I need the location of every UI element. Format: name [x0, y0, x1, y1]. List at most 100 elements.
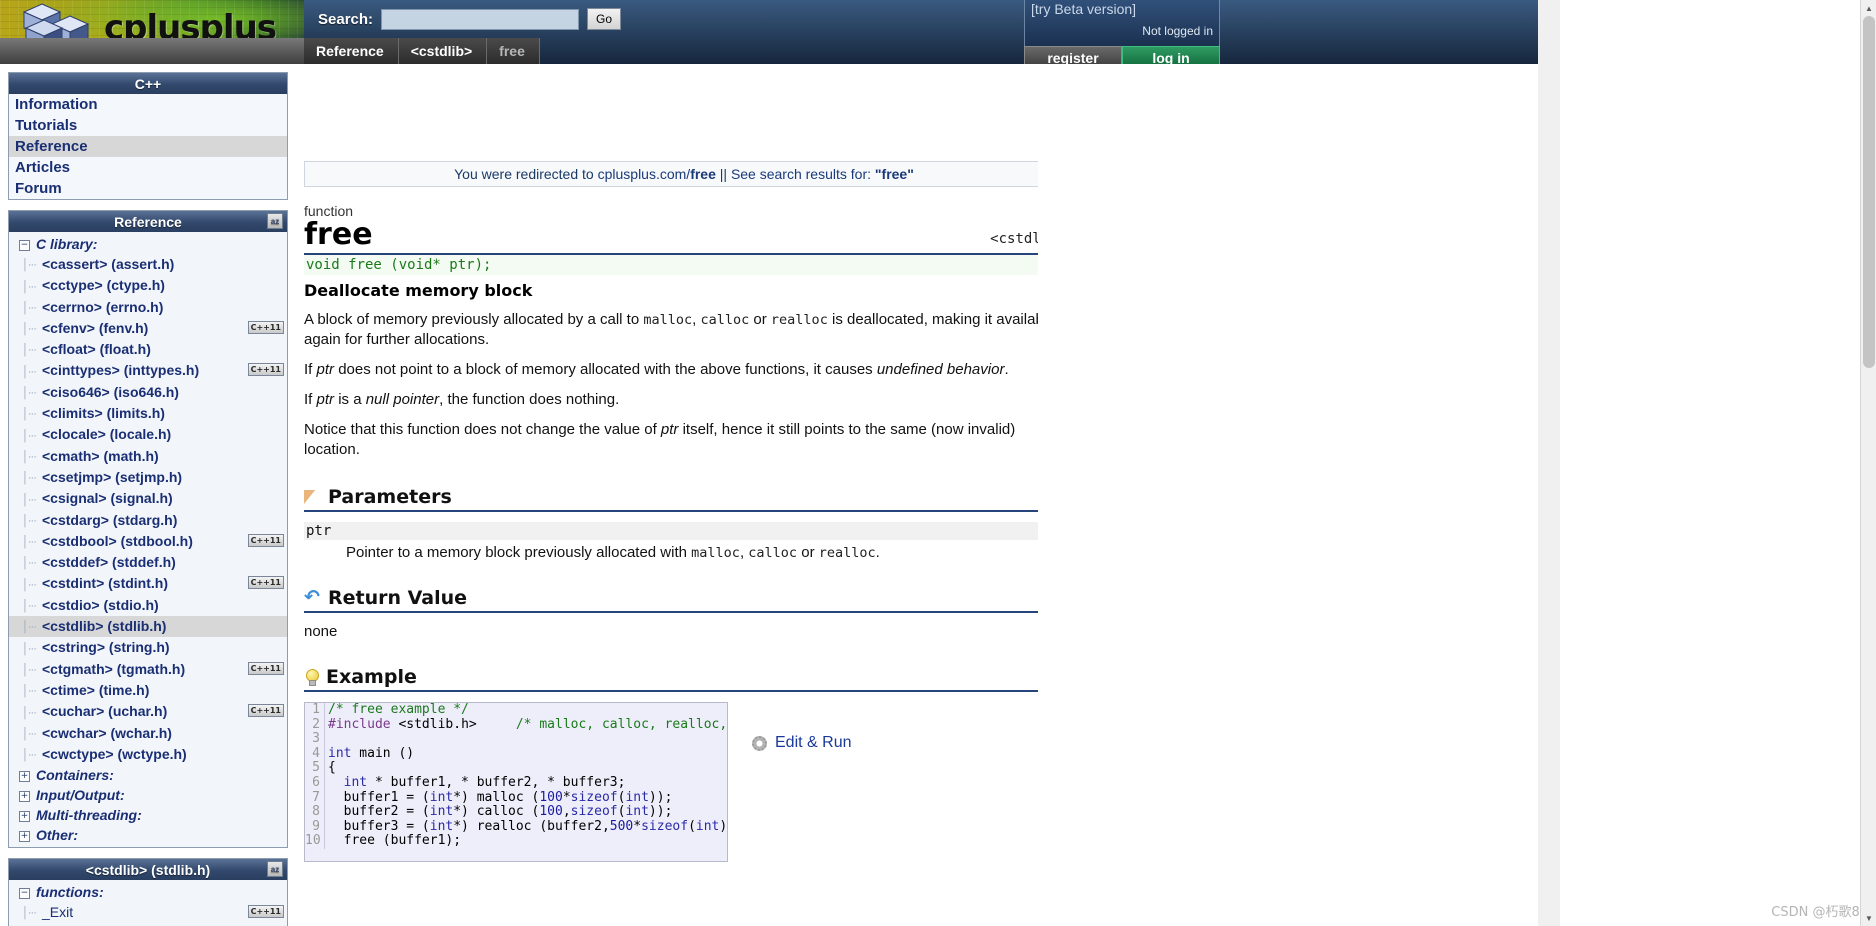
- tree-item-label[interactable]: <cstring> (string.h): [42, 639, 170, 655]
- tree-item-clocale-locale-h[interactable]: │··· <clocale> (locale.h): [9, 424, 287, 445]
- login-status-text: Not logged in: [1142, 24, 1213, 38]
- tree-item-cerrno-errno-h[interactable]: │··· <cerrno> (errno.h): [9, 297, 287, 318]
- tree-item-label[interactable]: <cstddef> (stddef.h): [42, 554, 176, 570]
- tree-item-ctgmath-tgmath-h[interactable]: │··· <ctgmath> (tgmath.h) C++11: [9, 659, 287, 680]
- tree-group-c-library[interactable]: − C library:: [9, 234, 287, 254]
- tree-item-label[interactable]: <cmath> (math.h): [42, 448, 159, 464]
- scroll-down-arrow-icon[interactable]: ▼: [1861, 910, 1876, 926]
- tree-item-cuchar-uchar-h[interactable]: │··· <cuchar> (uchar.h) C++11: [9, 701, 287, 722]
- sidebar-item-information-label[interactable]: Information: [9, 94, 287, 115]
- tree-twisty-icon[interactable]: +: [19, 790, 30, 802]
- tree-twisty-icon[interactable]: +: [19, 830, 30, 842]
- search-input[interactable]: [381, 8, 580, 30]
- tree-item-cfenv-fenv-h[interactable]: │··· <cfenv> (fenv.h) C++11: [9, 318, 287, 339]
- sidebar-item-tutorials-label[interactable]: Tutorials: [9, 115, 287, 136]
- tree-item-label[interactable]: <cerrno> (errno.h): [42, 299, 163, 315]
- redirect-link[interactable]: cplusplus.com/free: [598, 166, 716, 182]
- tree-item-cassert-assert-h[interactable]: │··· <cassert> (assert.h): [9, 254, 287, 275]
- sidebar-item-articles-label[interactable]: Articles: [9, 157, 287, 178]
- tree-item-label[interactable]: <cstdarg> (stdarg.h): [42, 512, 177, 528]
- tree-item-label[interactable]: <cwchar> (wchar.h): [42, 725, 172, 741]
- tree-item-ciso646-iso646-h[interactable]: │··· <ciso646> (iso646.h): [9, 382, 287, 403]
- tree-item-cstdio-stdio-h[interactable]: │··· <cstdio> (stdio.h): [9, 595, 287, 616]
- tree-group-containers[interactable]: + Containers:: [9, 765, 287, 785]
- tree-item-ctime-time-h[interactable]: │··· <ctime> (time.h): [9, 680, 287, 701]
- tree-group-input-output[interactable]: + Input/Output:: [9, 785, 287, 805]
- scrollbar-thumb[interactable]: [1863, 16, 1875, 368]
- tree-item-label[interactable]: <csetjmp> (setjmp.h): [42, 469, 182, 485]
- tree-group-other[interactable]: + Other:: [9, 825, 287, 845]
- sidebar-item-information[interactable]: Information: [9, 94, 287, 115]
- tree-guide-icon: │···: [22, 536, 37, 549]
- tree-item-label[interactable]: <cstdio> (stdio.h): [42, 597, 159, 613]
- tree-item-label[interactable]: <cfenv> (fenv.h): [42, 320, 148, 336]
- tree-item-cwctype-wctype-h[interactable]: │··· <cwctype> (wctype.h): [9, 744, 287, 765]
- vertical-scrollbar[interactable]: ▲ ▼: [1860, 0, 1876, 926]
- tree-item-label[interactable]: <cctype> (ctype.h): [42, 277, 165, 293]
- breadcrumb-item-free[interactable]: free: [487, 38, 540, 64]
- tree-twisty-icon-functions[interactable]: −: [19, 887, 30, 899]
- tree-item-label[interactable]: <ciso646> (iso646.h): [42, 384, 179, 400]
- search-results-link[interactable]: See search results for: "free": [731, 166, 914, 182]
- beta-version-link[interactable]: [try Beta version]: [1031, 1, 1136, 17]
- login-button[interactable]: log in: [1122, 46, 1220, 64]
- tree-item-climits-limits-h[interactable]: │··· <climits> (limits.h): [9, 403, 287, 424]
- cpp11-badge-icon: C++11: [247, 320, 284, 334]
- tree-item-cstdarg-stdarg-h[interactable]: │··· <cstdarg> (stdarg.h): [9, 510, 287, 531]
- tree-item-cstddef-stddef-h[interactable]: │··· <cstddef> (stddef.h): [9, 552, 287, 573]
- tree-item-label[interactable]: <clocale> (locale.h): [42, 426, 171, 442]
- sidebar-item-forum-label[interactable]: Forum: [9, 178, 287, 199]
- param-realloc-ref[interactable]: realloc: [819, 545, 876, 561]
- tree-item-label[interactable]: <cstdlib> (stdlib.h): [42, 618, 166, 634]
- sort-az-icon[interactable]: az: [267, 213, 283, 229]
- tree-item-label[interactable]: <cassert> (assert.h): [42, 256, 174, 272]
- tree-item-cmath-math-h[interactable]: │··· <cmath> (math.h): [9, 446, 287, 467]
- tree-item-label[interactable]: <csignal> (signal.h): [42, 490, 173, 506]
- tree-item-label[interactable]: <cstdbool> (stdbool.h): [42, 533, 193, 549]
- sidebar-item-reference[interactable]: Reference: [9, 136, 287, 157]
- realloc-ref[interactable]: realloc: [771, 312, 828, 328]
- tree-item-label[interactable]: <ctime> (time.h): [42, 682, 149, 698]
- edit-and-run-button[interactable]: Edit & Run: [752, 734, 851, 752]
- param-calloc-ref[interactable]: calloc: [748, 545, 797, 561]
- tree-item-label[interactable]: <cwctype> (wctype.h): [42, 746, 187, 762]
- tree-item-cinttypes-inttypes-h[interactable]: │··· <cinttypes> (inttypes.h) C++11: [9, 360, 287, 381]
- tree-item-csetjmp-setjmp-h[interactable]: │··· <csetjmp> (setjmp.h): [9, 467, 287, 488]
- function-item-label[interactable]: _Exit: [42, 904, 73, 920]
- scroll-up-arrow-icon[interactable]: ▲: [1861, 0, 1876, 16]
- param-malloc-ref[interactable]: malloc: [691, 545, 740, 561]
- tree-group-multi-threading[interactable]: + Multi-threading:: [9, 805, 287, 825]
- tree-item-label[interactable]: <cfloat> (float.h): [42, 341, 151, 357]
- sidebar-item-forum[interactable]: Forum: [9, 178, 287, 199]
- malloc-ref[interactable]: malloc: [643, 312, 692, 328]
- calloc-ref[interactable]: calloc: [700, 312, 749, 328]
- tree-item-label[interactable]: <cuchar> (uchar.h): [42, 703, 167, 719]
- tree-twisty-icon[interactable]: +: [19, 810, 30, 822]
- function-item-exit[interactable]: │··· _Exit C++11: [9, 902, 287, 923]
- reference-tree-panel-title-label: Reference: [114, 213, 182, 230]
- breadcrumb-item-reference[interactable]: Reference: [304, 38, 399, 64]
- tree-item-label[interactable]: <ctgmath> (tgmath.h): [42, 661, 185, 677]
- example-code-block[interactable]: 1/* free example */2 #include <stdlib.h> …: [304, 702, 728, 862]
- search-go-button[interactable]: Go: [587, 8, 622, 30]
- sidebar-item-reference-label[interactable]: Reference: [9, 136, 287, 157]
- register-button[interactable]: register: [1024, 46, 1122, 64]
- tree-item-cfloat-float-h[interactable]: │··· <cfloat> (float.h): [9, 339, 287, 360]
- tree-item-cctype-ctype-h[interactable]: │··· <cctype> (ctype.h): [9, 275, 287, 296]
- tree-item-cstdint-stdint-h[interactable]: │··· <cstdint> (stdint.h) C++11: [9, 573, 287, 594]
- tree-item-cstring-string-h[interactable]: │··· <cstring> (string.h): [9, 637, 287, 658]
- tree-item-csignal-signal-h[interactable]: │··· <csignal> (signal.h): [9, 488, 287, 509]
- tree-item-label[interactable]: <climits> (limits.h): [42, 405, 165, 421]
- tree-twisty-icon[interactable]: −: [19, 239, 30, 251]
- breadcrumb-item-cstdlib[interactable]: <cstdlib>: [398, 38, 488, 64]
- tree-item-cwchar-wchar-h[interactable]: │··· <cwchar> (wchar.h): [9, 723, 287, 744]
- tree-item-cstdbool-stdbool-h[interactable]: │··· <cstdbool> (stdbool.h) C++11: [9, 531, 287, 552]
- tree-item-label[interactable]: <cinttypes> (inttypes.h): [42, 362, 199, 378]
- sort-az-icon-2[interactable]: az: [267, 861, 283, 878]
- tree-group-functions[interactable]: − functions:: [9, 882, 287, 902]
- sidebar-item-articles[interactable]: Articles: [9, 157, 287, 178]
- tree-item-label[interactable]: <cstdint> (stdint.h): [42, 575, 168, 591]
- tree-twisty-icon[interactable]: +: [19, 770, 30, 782]
- tree-item-cstdlib-stdlib-h[interactable]: │··· <cstdlib> (stdlib.h): [9, 616, 287, 638]
- sidebar-item-tutorials[interactable]: Tutorials: [9, 115, 287, 136]
